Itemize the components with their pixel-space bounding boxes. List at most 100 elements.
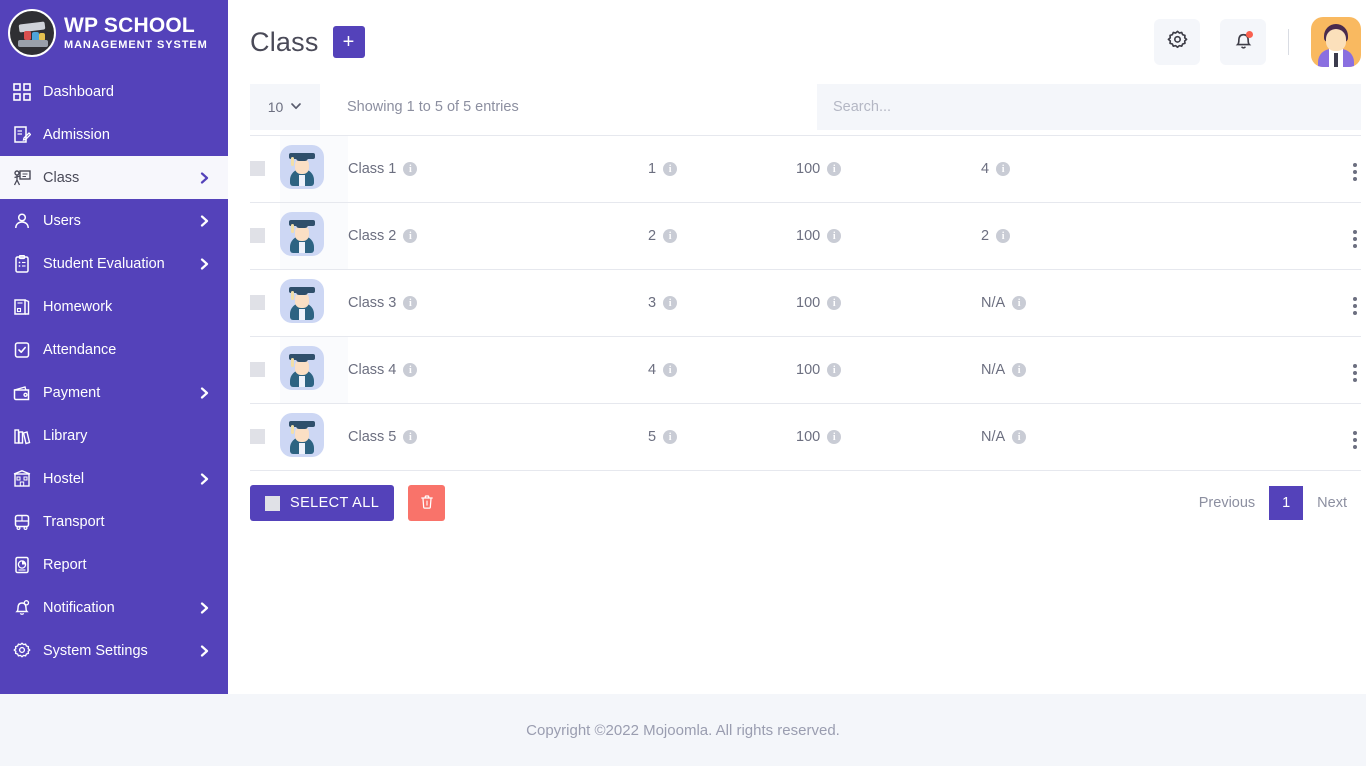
- sidebar-item-hostel[interactable]: Hostel: [0, 457, 228, 500]
- sidebar-item-label: Report: [43, 556, 87, 573]
- kebab-menu-icon[interactable]: [1349, 360, 1361, 386]
- table-toolbar: 10 Showing 1 to 5 of 5 entries: [250, 84, 1361, 130]
- sidebar: WP SCHOOL MANAGEMENT SYSTEM Dashboard Ad…: [0, 0, 228, 694]
- class-name: Class 1: [348, 161, 397, 177]
- info-icon[interactable]: i: [1012, 296, 1027, 310]
- info-icon[interactable]: i: [996, 229, 1011, 243]
- sidebar-item-class[interactable]: Class: [0, 156, 228, 199]
- row-avatar-cell: [280, 404, 348, 471]
- sidebar-item-system-settings[interactable]: System Settings: [0, 629, 228, 672]
- sidebar-item-attendance[interactable]: Attendance: [0, 328, 228, 371]
- pagination-page-1[interactable]: 1: [1269, 486, 1304, 520]
- chevron-right-icon[interactable]: [198, 644, 212, 657]
- row-select-cell: [250, 337, 280, 404]
- chevron-right-icon[interactable]: [198, 171, 212, 184]
- info-icon[interactable]: i: [403, 296, 418, 310]
- notifications-button[interactable]: [1220, 19, 1266, 65]
- pagination-previous[interactable]: Previous: [1185, 486, 1269, 520]
- sidebar-item-dashboard[interactable]: Dashboard: [0, 70, 228, 113]
- row-checkbox[interactable]: [250, 429, 265, 445]
- avatar[interactable]: [1311, 17, 1361, 67]
- row-actions-cell: [1301, 136, 1361, 203]
- sidebar-item-admission[interactable]: Admission: [0, 113, 228, 156]
- sidebar-item-label: Library: [43, 427, 88, 444]
- page-length-select[interactable]: 10: [250, 84, 320, 130]
- info-icon[interactable]: i: [827, 296, 842, 310]
- info-icon[interactable]: i: [663, 296, 678, 310]
- kebab-menu-icon[interactable]: [1349, 293, 1361, 319]
- row-checkbox[interactable]: [250, 295, 265, 311]
- delete-selected-button[interactable]: [408, 485, 446, 521]
- table-row[interactable]: Class 3i 3i 100 i N/A i: [250, 270, 1361, 337]
- kebab-menu-icon[interactable]: [1349, 159, 1361, 185]
- kebab-menu-icon[interactable]: [1349, 427, 1361, 453]
- sidebar-item-report[interactable]: Report: [0, 543, 228, 586]
- row-teacher-cell: N/A i: [981, 404, 1301, 471]
- sidebar-item-users[interactable]: Users: [0, 199, 228, 242]
- info-icon[interactable]: i: [663, 430, 678, 444]
- sidebar-item-label: Class: [43, 169, 80, 186]
- chevron-right-icon[interactable]: [198, 601, 212, 614]
- topbar: Class +: [228, 0, 1366, 84]
- info-icon[interactable]: i: [827, 363, 842, 377]
- trash-icon: [419, 494, 435, 513]
- bus-icon: [13, 513, 39, 531]
- building-icon: [13, 469, 39, 488]
- row-avatar-cell: [280, 202, 348, 270]
- info-icon[interactable]: i: [663, 229, 678, 243]
- sidebar-item-label: Users: [43, 212, 81, 229]
- chevron-right-icon[interactable]: [198, 386, 212, 399]
- sidebar-item-label: Attendance: [43, 341, 117, 358]
- row-checkbox[interactable]: [250, 228, 265, 244]
- sidebar-item-label: Student Evaluation: [43, 255, 165, 272]
- row-capacity-cell: 100 i: [796, 136, 981, 203]
- info-icon[interactable]: i: [403, 229, 418, 243]
- chevron-right-icon[interactable]: [198, 257, 212, 270]
- sidebar-item-label: Dashboard: [43, 83, 114, 100]
- add-class-button[interactable]: +: [332, 26, 365, 58]
- info-icon[interactable]: i: [996, 162, 1011, 176]
- info-icon[interactable]: i: [827, 430, 842, 444]
- select-all-checkbox[interactable]: [265, 495, 280, 511]
- info-icon[interactable]: i: [663, 162, 678, 176]
- class-teacher: N/A: [981, 429, 1006, 445]
- select-all-button[interactable]: SELECT ALL: [250, 485, 395, 521]
- sidebar-item-label: Notification: [43, 599, 115, 616]
- search-input[interactable]: [817, 84, 1361, 130]
- info-icon[interactable]: i: [403, 430, 418, 444]
- info-icon[interactable]: i: [403, 363, 418, 377]
- class-table-body: Class 1i 1i 100 i 4i Class 2 i 2 i 100 i…: [250, 135, 1361, 471]
- sidebar-item-transport[interactable]: Transport: [0, 500, 228, 543]
- sidebar-item-payment[interactable]: Payment: [0, 371, 228, 414]
- sidebar-item-library[interactable]: Library: [0, 414, 228, 457]
- info-icon[interactable]: i: [1012, 363, 1027, 377]
- info-icon[interactable]: i: [403, 162, 418, 176]
- settings-button[interactable]: [1154, 19, 1200, 65]
- row-select-cell: [250, 203, 280, 270]
- sidebar-item-homework[interactable]: Homework: [0, 285, 228, 328]
- class-capacity: 100: [796, 429, 821, 445]
- kebab-menu-icon[interactable]: [1349, 226, 1361, 252]
- table-row[interactable]: Class 5i 5i 100 i N/A i: [250, 404, 1361, 471]
- info-icon[interactable]: i: [827, 162, 842, 176]
- sidebar-item-student-evaluation[interactable]: Student Evaluation: [0, 242, 228, 285]
- brand[interactable]: WP SCHOOL MANAGEMENT SYSTEM: [0, 0, 228, 66]
- info-icon[interactable]: i: [827, 229, 842, 243]
- row-teacher-cell: 2i: [981, 203, 1301, 270]
- row-actions-cell: [1301, 337, 1361, 404]
- table-row[interactable]: Class 1i 1i 100 i 4i: [250, 135, 1361, 203]
- chevron-right-icon[interactable]: [198, 214, 212, 227]
- row-checkbox[interactable]: [250, 362, 265, 378]
- pagination-next[interactable]: Next: [1303, 486, 1361, 520]
- class-teacher: 4: [981, 161, 990, 177]
- sidebar-item-notification[interactable]: Notification: [0, 586, 228, 629]
- info-icon[interactable]: i: [1012, 430, 1027, 444]
- row-teacher-cell: 4i: [981, 136, 1301, 203]
- sidebar-nav: Dashboard Admission Class Users Student …: [0, 66, 228, 672]
- chevron-right-icon[interactable]: [198, 472, 212, 485]
- info-icon[interactable]: i: [663, 363, 678, 377]
- row-actions-cell: [1301, 203, 1361, 270]
- row-checkbox[interactable]: [250, 161, 265, 177]
- table-row[interactable]: Class 2i 2i 100 i 2i: [250, 202, 1361, 270]
- table-row[interactable]: Class 4i 4i 100 i N/A i: [250, 336, 1361, 404]
